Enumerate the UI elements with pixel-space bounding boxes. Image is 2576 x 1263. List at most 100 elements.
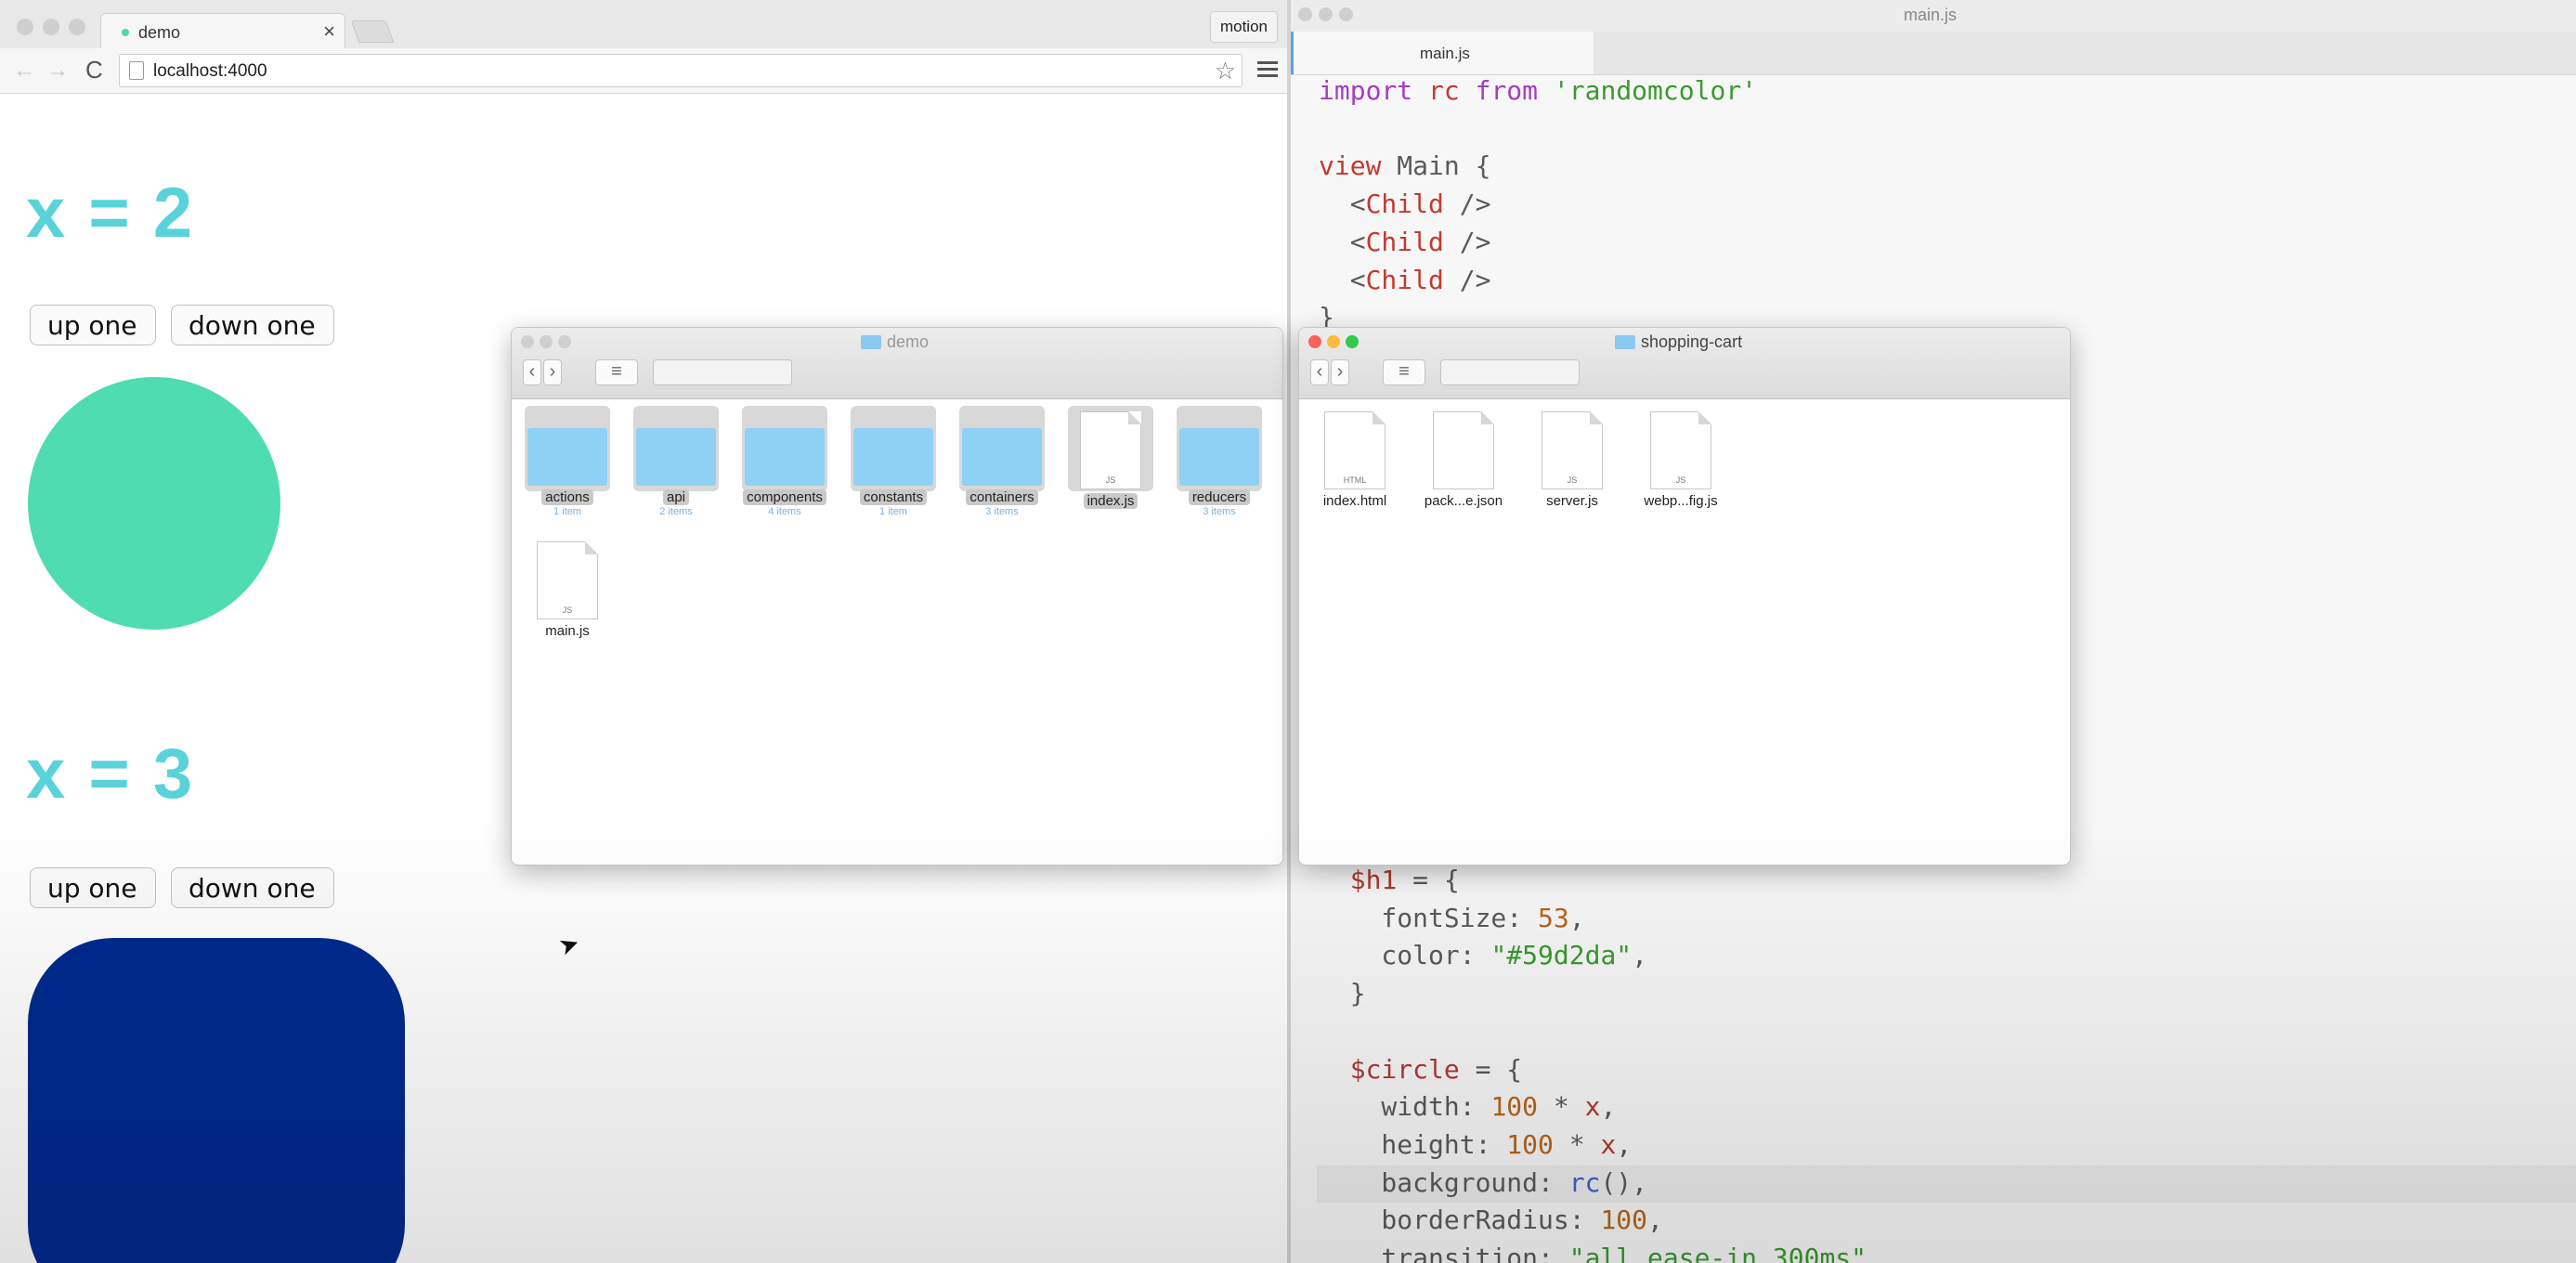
editor-tab-bar: main.js (1291, 32, 2576, 75)
zoom-window-dot[interactable] (1346, 335, 1359, 348)
close-window-dot[interactable] (1298, 7, 1312, 21)
finder-folder-item[interactable]: actions 1 item (519, 411, 616, 517)
minimize-window-dot[interactable] (1319, 7, 1333, 21)
page-icon (129, 61, 144, 80)
forward-arrow-icon[interactable]: → (46, 58, 69, 84)
file-icon: JS (1542, 411, 1603, 489)
folder-icon (861, 335, 881, 349)
tab-favicon-icon (122, 29, 129, 36)
item-label: webp...fig.js (1644, 493, 1718, 509)
close-window-dot[interactable] (17, 19, 33, 35)
code-block-bottom[interactable]: $h1 = { fontSize: 53, color: "#59d2da", … (1319, 862, 1867, 1263)
tab-strip: demo × motion (0, 0, 1287, 51)
down-one-button[interactable]: down one (171, 867, 334, 908)
counter-heading: x = 2 (26, 174, 195, 253)
file-icon: JS (1650, 411, 1711, 489)
zoom-window-dot[interactable] (69, 19, 85, 35)
editor-tab-main-js[interactable]: main.js (1291, 32, 1594, 74)
finder-folder-item[interactable]: components 4 items (736, 411, 833, 517)
bookmark-star-icon[interactable]: ☆ (1215, 57, 1236, 85)
item-label: components (743, 489, 826, 505)
item-label: pack...e.json (1424, 493, 1503, 509)
item-count: 4 items (768, 506, 801, 517)
minimize-window-dot[interactable] (1327, 335, 1340, 348)
finder-window-shopping-cart: shopping-cart ‹ › ≡ HTML index.html pack..… (1298, 327, 2071, 866)
back-arrow-icon[interactable]: ← (13, 58, 35, 84)
file-type-label: JS (1105, 475, 1116, 485)
finder-folder-item[interactable]: reducers 3 items (1171, 411, 1268, 517)
finder-title: shopping-cart (1615, 332, 1742, 352)
editor-titlebar: main.js (1291, 0, 2576, 32)
browser-tab-demo[interactable]: demo × (100, 13, 345, 51)
finder-file-item[interactable]: JS main.js (519, 541, 616, 639)
item-label: index.js (1083, 493, 1138, 509)
item-label: actions (541, 489, 593, 505)
finder-toolbar: shopping-cart ‹ › ≡ (1299, 328, 2070, 399)
item-label: constants (859, 489, 928, 505)
menu-icon[interactable] (1257, 61, 1278, 78)
file-type-label: JS (562, 605, 573, 615)
code-block-top[interactable]: import rc from 'randomcolor' view Main {… (1319, 72, 1757, 337)
folder-icon (1179, 428, 1259, 486)
back-arrow-icon[interactable]: ‹ (523, 359, 541, 385)
arrange-menu-icon[interactable]: ≡ (1383, 359, 1425, 385)
finder-file-item[interactable]: JS server.js (1524, 411, 1620, 509)
item-count: 2 items (659, 506, 693, 517)
finder-file-item[interactable]: HTML index.html (1307, 411, 1403, 509)
finder-folder-item[interactable]: containers 3 items (954, 411, 1050, 517)
file-icon (1433, 411, 1494, 489)
zoom-window-dot[interactable] (558, 335, 571, 348)
finder-folder-item[interactable]: api 2 items (628, 411, 724, 517)
item-count: 3 items (1203, 506, 1236, 517)
finder-folder-item[interactable]: constants 1 item (845, 411, 942, 517)
view-mode-control[interactable] (653, 359, 792, 385)
color-rounded-square (28, 938, 405, 1263)
profile-button[interactable]: motion (1209, 11, 1278, 43)
counter-heading: x = 3 (26, 735, 195, 814)
item-count: 1 item (879, 506, 907, 517)
minimize-window-dot[interactable] (43, 19, 59, 35)
file-type-label: HTML (1343, 475, 1367, 485)
arrange-menu-icon[interactable]: ≡ (595, 359, 638, 385)
up-one-button[interactable]: up one (30, 867, 156, 908)
close-window-dot[interactable] (1308, 335, 1321, 348)
finder-title: demo (861, 332, 929, 352)
minimize-window-dot[interactable] (540, 335, 553, 348)
editor-tab-label: main.js (1420, 45, 1470, 62)
folder-icon (527, 428, 607, 486)
folder-icon (853, 428, 933, 486)
browser-toolbar: ← → C localhost:4000 ☆ (0, 48, 1287, 94)
tab-close-icon[interactable]: × (323, 20, 335, 44)
file-type-label: JS (1675, 475, 1686, 485)
color-circle (28, 377, 280, 630)
zoom-window-dot[interactable] (1339, 7, 1353, 21)
reload-icon[interactable]: C (85, 56, 103, 85)
folder-icon (1615, 335, 1635, 349)
address-bar[interactable]: localhost:4000 ☆ (119, 54, 1242, 87)
finder-file-item[interactable]: JS webp...fig.js (1633, 411, 1729, 509)
back-arrow-icon[interactable]: ‹ (1310, 359, 1329, 385)
item-label: reducers (1188, 489, 1251, 505)
url-text[interactable]: localhost:4000 (153, 61, 267, 82)
item-label: index.html (1322, 493, 1387, 509)
item-count: 1 item (553, 506, 581, 517)
file-icon: JS (537, 541, 598, 619)
new-tab-button[interactable] (350, 20, 395, 43)
finder-file-item[interactable]: JS index.js (1062, 411, 1159, 510)
finder-file-item[interactable]: pack...e.json (1415, 411, 1512, 509)
view-mode-control[interactable] (1440, 359, 1580, 385)
down-one-button[interactable]: down one (171, 305, 334, 345)
editor-window-title: main.js (1904, 6, 1958, 24)
finder-toolbar: demo ‹ › ≡ (512, 328, 1282, 399)
folder-icon (962, 428, 1042, 486)
forward-arrow-icon[interactable]: › (543, 359, 562, 385)
close-window-dot[interactable] (521, 335, 534, 348)
item-label: containers (966, 489, 1038, 505)
up-one-button[interactable]: up one (30, 305, 156, 345)
folder-icon (636, 428, 716, 486)
tab-title: demo (138, 23, 181, 42)
forward-arrow-icon[interactable]: › (1331, 359, 1349, 385)
file-type-label: JS (1567, 475, 1578, 485)
item-count: 3 items (985, 506, 1019, 517)
item-label: server.js (1546, 493, 1598, 509)
